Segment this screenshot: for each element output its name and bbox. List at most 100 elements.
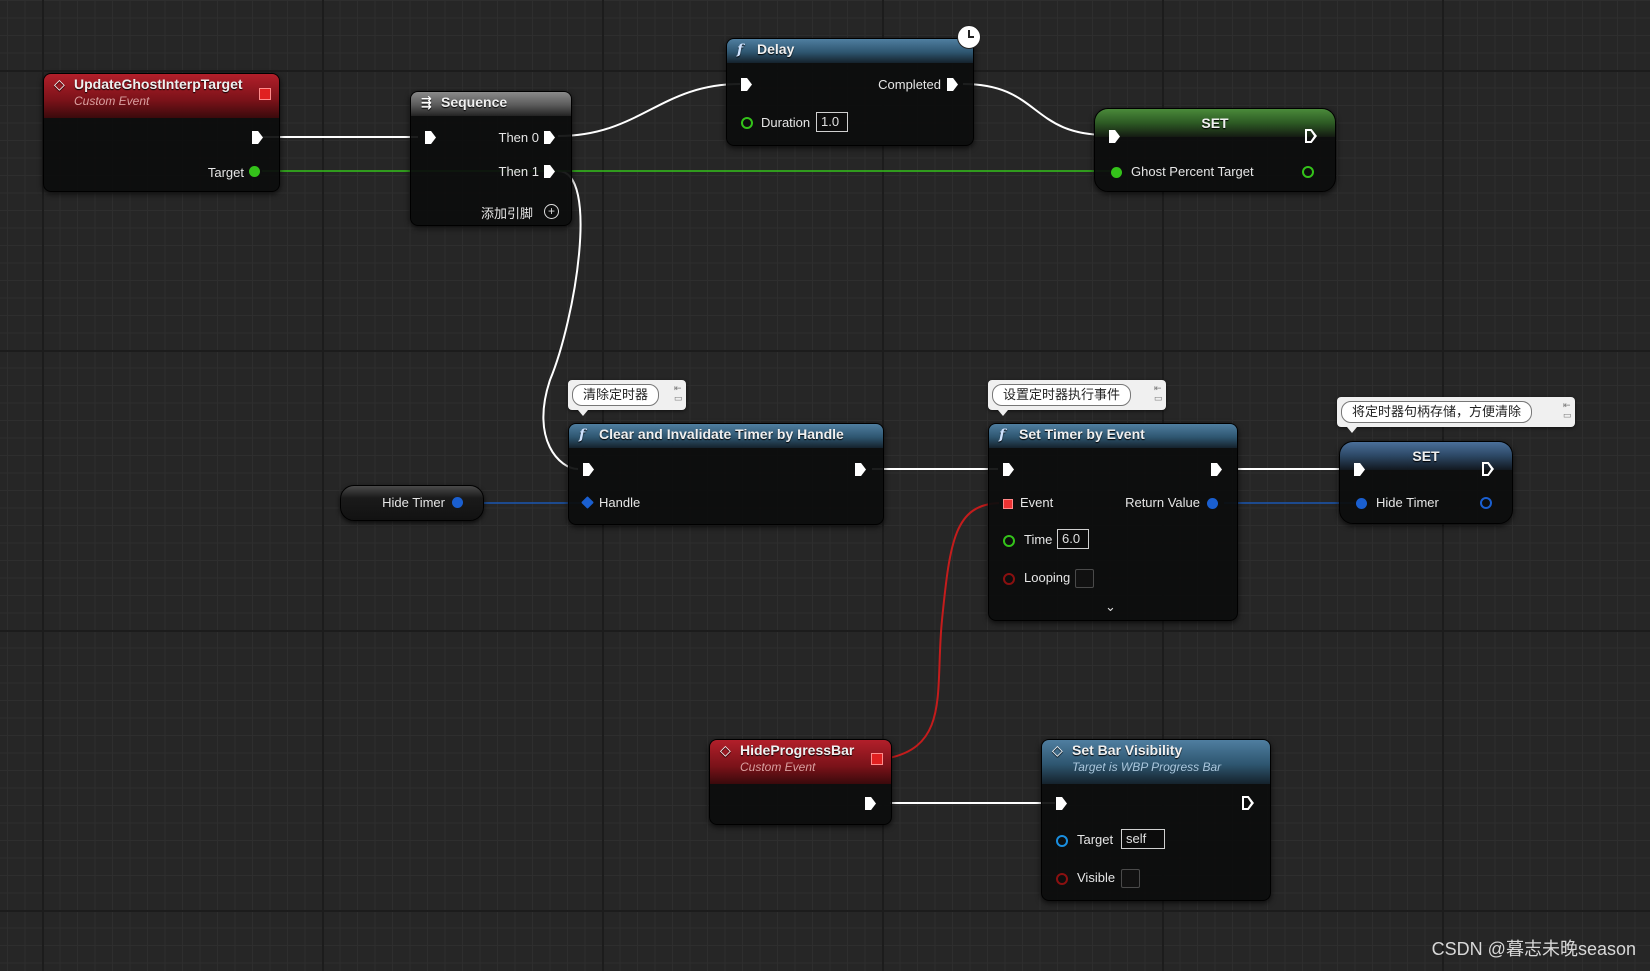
- node-title: SET: [1412, 448, 1440, 464]
- comment-text: 设置定时器执行事件: [992, 384, 1132, 406]
- event-diamond-icon: ◇: [54, 77, 65, 93]
- struct-pin-in[interactable]: [1356, 498, 1367, 509]
- set-hide-timer-node[interactable]: SET Hide Timer: [1339, 441, 1513, 524]
- node-header[interactable]: ◇ Set Bar Visibility Target is WBP Progr…: [1042, 740, 1270, 784]
- pin-comment-icon[interactable]: ⇤ ▭: [674, 383, 683, 405]
- hide-timer-getter-node[interactable]: Hide Timer: [340, 485, 484, 521]
- node-header[interactable]: ◇ HideProgressBar Custom Event: [710, 740, 891, 784]
- comment-bubble[interactable]: 将定时器句柄存储，方便清除 ⇤ ▭: [1337, 397, 1575, 433]
- target-input[interactable]: self: [1121, 829, 1165, 849]
- node-header[interactable]: SET: [1340, 442, 1512, 470]
- node-title: HideProgressBar: [740, 742, 855, 758]
- watermark: CSDN @暮志未晚season: [1431, 939, 1636, 959]
- exec-in-pin[interactable]: [583, 463, 594, 476]
- delegate-wire: [888, 502, 1000, 759]
- pin-label-handle: Handle: [599, 495, 641, 510]
- pin-label-completed: Completed: [878, 77, 941, 92]
- struct-pin-out[interactable]: [1480, 497, 1492, 509]
- node-header[interactable]: ◇ UpdateGhostInterpTarget Custom Event: [44, 74, 279, 118]
- set-ghost-percent-node[interactable]: SET Ghost Percent Target: [1094, 108, 1336, 192]
- delegate-pin-event[interactable]: [1003, 499, 1013, 509]
- struct-pin-return[interactable]: [1207, 498, 1218, 509]
- object-pin-target[interactable]: [1056, 835, 1068, 847]
- pin-label-event: Event: [1020, 495, 1054, 510]
- comment-tail: [578, 410, 588, 416]
- node-title: SET: [1201, 115, 1229, 131]
- node-header[interactable]: SET: [1095, 109, 1335, 137]
- struct-pin-out[interactable]: [452, 497, 463, 508]
- comment-tail: [1347, 427, 1357, 433]
- exec-wire: [962, 83, 1108, 136]
- delegate-pin[interactable]: [259, 88, 271, 100]
- exec-out-pin[interactable]: [1211, 463, 1222, 476]
- exec-in-pin[interactable]: [1056, 797, 1067, 810]
- visible-checkbox[interactable]: [1121, 869, 1140, 888]
- pin-label-return-value: Return Value: [1125, 495, 1200, 510]
- set-timer-by-event-node[interactable]: f Set Timer by Event Event Return Value …: [988, 423, 1238, 621]
- set-bar-visibility-node[interactable]: ◇ Set Bar Visibility Target is WBP Progr…: [1041, 739, 1271, 901]
- bool-pin-looping[interactable]: [1003, 573, 1015, 585]
- add-pin-icon[interactable]: +: [544, 204, 559, 219]
- event-diamond-icon: ◇: [1052, 743, 1063, 759]
- sequence-node[interactable]: ⇶ Sequence Then 0 Then 1 添加引脚 +: [410, 91, 572, 226]
- exec-in-pin[interactable]: [425, 131, 436, 144]
- exec-in-pin[interactable]: [741, 78, 752, 91]
- exec-out-pin[interactable]: [865, 797, 876, 810]
- bool-pin-visible[interactable]: [1056, 873, 1068, 885]
- event-diamond-icon: ◇: [720, 743, 731, 759]
- exec-out-pin-completed[interactable]: [947, 78, 958, 91]
- float-pin-time[interactable]: [1003, 535, 1015, 547]
- looping-checkbox[interactable]: [1075, 569, 1094, 588]
- update-ghost-event-node[interactable]: ◇ UpdateGhostInterpTarget Custom Event T…: [43, 73, 280, 192]
- pin-label-visible: Visible: [1077, 870, 1116, 885]
- chevron-down-icon[interactable]: ⌄: [1105, 599, 1116, 615]
- node-header[interactable]: f Delay: [727, 39, 973, 63]
- pin-comment-icon[interactable]: ⇤ ▭: [1154, 383, 1163, 405]
- add-pin-label[interactable]: 添加引脚: [481, 203, 533, 222]
- node-title: Delay: [757, 41, 795, 57]
- comment-bubble[interactable]: 清除定时器 ⇤ ▭: [568, 380, 686, 416]
- clear-timer-node[interactable]: f Clear and Invalidate Timer by Handle H…: [568, 423, 884, 525]
- time-input[interactable]: 6.0: [1057, 529, 1089, 549]
- pin-label-time: Time: [1024, 532, 1053, 547]
- comment-text: 将定时器句柄存储，方便清除: [1341, 401, 1533, 423]
- comment-text: 清除定时器: [572, 384, 660, 406]
- node-header[interactable]: f Clear and Invalidate Timer by Handle: [569, 424, 883, 448]
- pin-label-duration: Duration: [761, 115, 811, 130]
- node-header[interactable]: f Set Timer by Event: [989, 424, 1237, 448]
- node-header[interactable]: ⇶ Sequence: [411, 92, 571, 116]
- float-pin-duration[interactable]: [741, 117, 753, 129]
- node-subtitle: Target is WBP Progress Bar: [1072, 760, 1222, 774]
- pin-label-then0: Then 0: [498, 130, 539, 145]
- exec-out-pin[interactable]: [1242, 796, 1254, 810]
- comment-bubble[interactable]: 设置定时器执行事件 ⇤ ▭: [988, 380, 1166, 416]
- node-title: UpdateGhostInterpTarget: [74, 76, 243, 92]
- hide-progress-bar-event-node[interactable]: ◇ HideProgressBar Custom Event: [709, 739, 892, 825]
- duration-input[interactable]: 1.0: [816, 112, 848, 132]
- pin-label-hide-timer: Hide Timer: [1376, 495, 1439, 510]
- exec-wire: [557, 83, 741, 137]
- exec-in-pin[interactable]: [1003, 463, 1014, 476]
- comment-tail: [998, 410, 1008, 416]
- struct-pin-handle[interactable]: [581, 496, 594, 509]
- node-subtitle: Custom Event: [74, 94, 150, 108]
- pin-label-ghost-percent: Ghost Percent Target: [1131, 164, 1254, 179]
- float-pin-out[interactable]: [1302, 166, 1314, 178]
- float-pin-in[interactable]: [1111, 167, 1122, 178]
- pin-comment-icon[interactable]: ⇤ ▭: [1563, 400, 1572, 422]
- node-title: Set Timer by Event: [1019, 426, 1145, 442]
- exec-out-pin-then1[interactable]: [544, 165, 555, 178]
- float-pin-target[interactable]: [249, 166, 260, 177]
- pin-label-hide-timer: Hide Timer: [382, 495, 445, 510]
- exec-out-pin-then0[interactable]: [544, 131, 555, 144]
- exec-out-pin[interactable]: [855, 463, 866, 476]
- delay-node[interactable]: f Delay Completed Duration 1.0: [726, 25, 981, 146]
- clock-icon: [957, 25, 981, 49]
- node-title: Set Bar Visibility: [1072, 742, 1183, 758]
- function-icon: f: [737, 42, 744, 58]
- exec-out-pin[interactable]: [252, 131, 263, 144]
- function-icon: f: [999, 427, 1006, 443]
- delegate-pin[interactable]: [871, 753, 883, 765]
- pin-label-target: Target: [207, 165, 244, 180]
- node-title: Sequence: [441, 94, 508, 110]
